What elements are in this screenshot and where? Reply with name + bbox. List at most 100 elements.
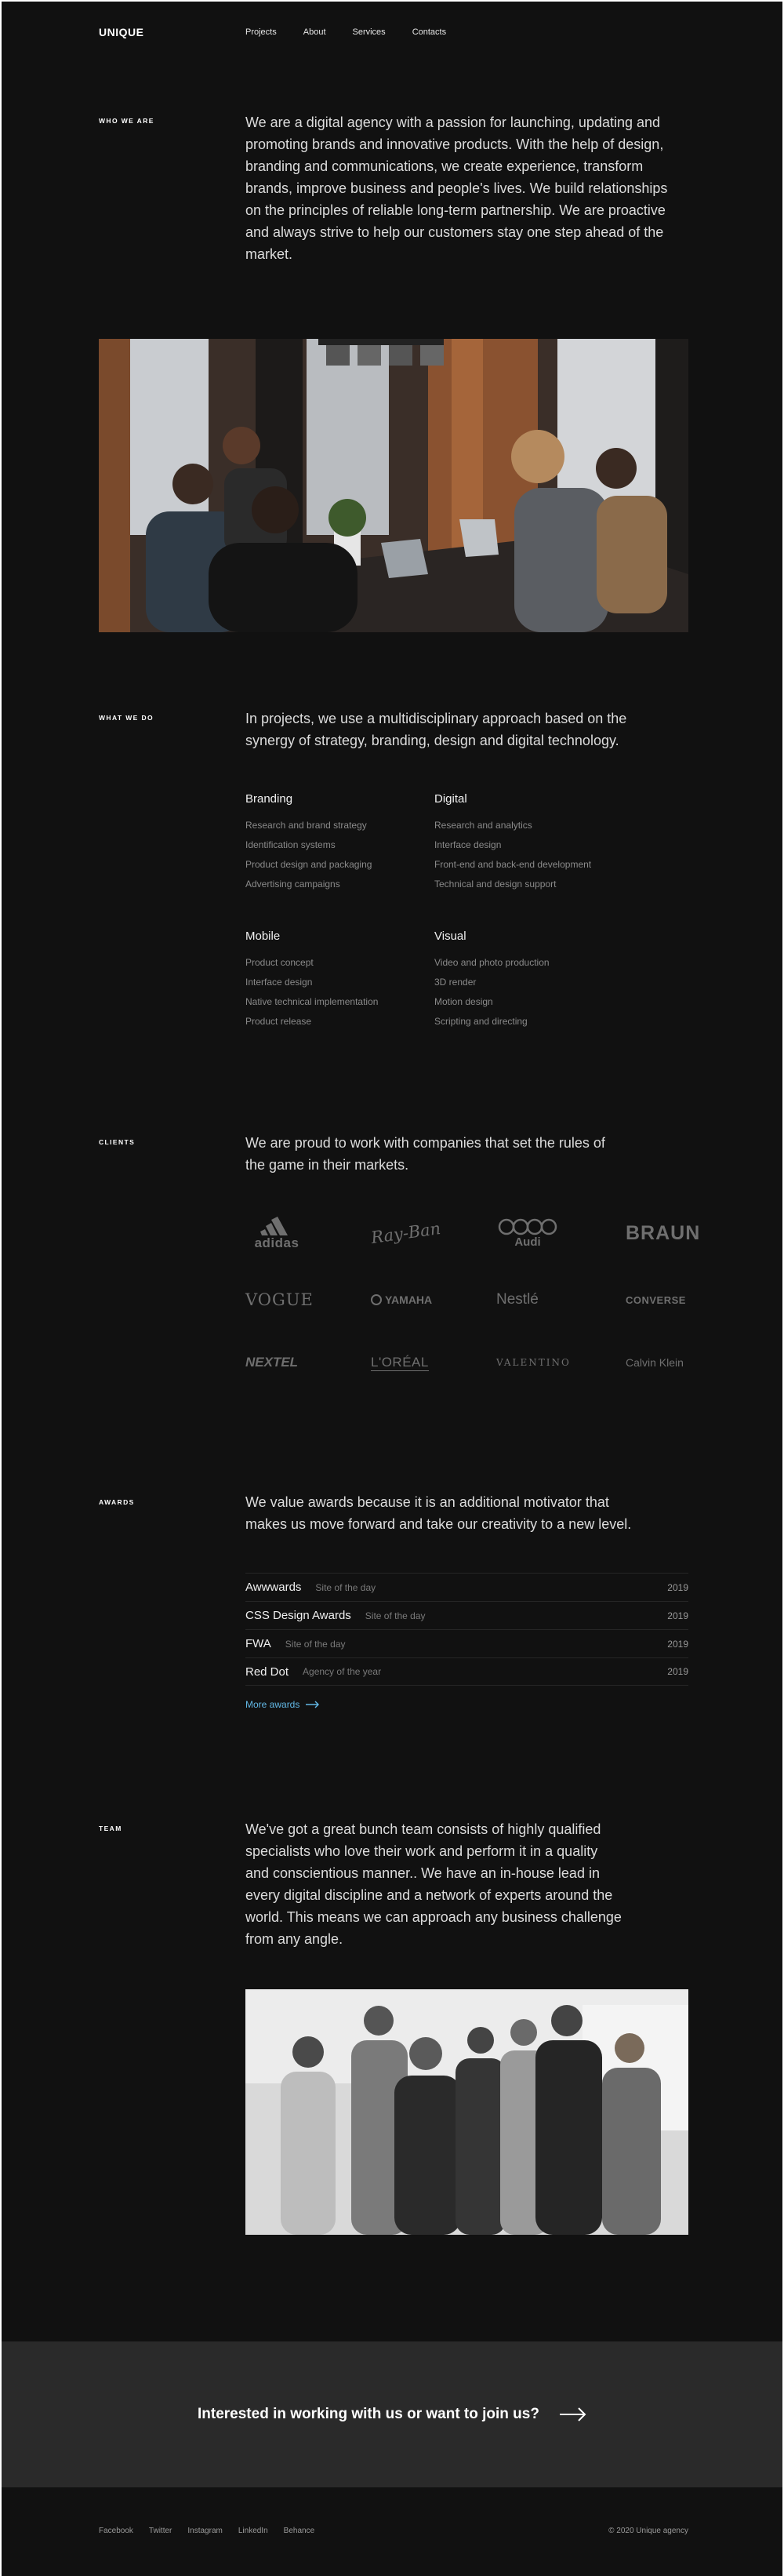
nav-link-services[interactable]: Services <box>353 27 386 37</box>
awards-line: makes us move forward and take our creat… <box>245 1516 632 1532</box>
section-label-awards: AWARDS <box>99 1498 135 1506</box>
service-item: Product release <box>245 1016 312 1027</box>
awards-text: We value awards because it is an additio… <box>245 1491 692 1535</box>
about-line: and always strive to help our customers … <box>245 224 664 240</box>
service-group-mobile: Mobile Product concept Interface design … <box>245 930 426 1031</box>
client-logo-text: Ray-Ban <box>369 1218 442 1248</box>
services-line: synergy of strategy, branding, design an… <box>245 733 619 748</box>
office-meeting-illustration <box>99 339 688 632</box>
service-item: 3D render <box>434 977 477 988</box>
service-group-digital: Digital Research and analytics Interface… <box>434 792 670 894</box>
service-item: Research and analytics <box>434 820 532 831</box>
service-group-visual: Visual Video and photo production 3D ren… <box>434 930 670 1031</box>
about-line: promoting brands and innovative products… <box>245 136 664 152</box>
awards-list: Awwwards Site of the day 2019 CSS Design… <box>245 1573 688 1686</box>
service-item: Video and photo production <box>434 957 550 968</box>
clients-line: the game in their markets. <box>245 1157 409 1173</box>
service-group-title: Digital <box>434 792 467 806</box>
section-label-what-we-do: WHAT WE DO <box>99 714 154 722</box>
award-row: Awwwards Site of the day 2019 <box>245 1573 688 1601</box>
client-logo-nextel: NEXTEL <box>245 1343 339 1382</box>
team-line: world. This means we can approach any bu… <box>245 1909 622 1925</box>
team-group-illustration <box>245 1989 688 2235</box>
service-item: Native technical implementation <box>245 996 379 1007</box>
client-logo-text: Nestlé <box>496 1291 539 1308</box>
client-logo-nestle: Nestlé <box>496 1280 590 1319</box>
client-logo-text: NEXTEL <box>245 1355 299 1370</box>
nav-link-about[interactable]: About <box>303 27 326 37</box>
client-logo-text: Calvin Klein <box>626 1356 684 1369</box>
team-line: and conscientious manner.. We have an in… <box>245 1865 600 1881</box>
client-logos: adidas Ray-Ban Audi BRAUN VOGUE YAMAHA N… <box>245 1206 699 1394</box>
service-group-title: Visual <box>434 930 466 943</box>
client-logo-yamaha: YAMAHA <box>371 1280 465 1319</box>
service-item: Front-end and back-end development <box>434 859 592 870</box>
cta-text: Interested in working with us or want to… <box>198 2406 539 2422</box>
team-line: every digital discipline and a network o… <box>245 1887 613 1903</box>
client-logo-text: BRAUN <box>626 1221 701 1244</box>
award-description: Site of the day <box>285 1638 346 1650</box>
about-line: market. <box>245 246 293 262</box>
section-label-clients: CLIENTS <box>99 1138 136 1146</box>
award-description: Site of the day <box>365 1610 426 1621</box>
team-line: We've got a great bunch team consists of… <box>245 1821 601 1837</box>
award-row: CSS Design Awards Site of the day 2019 <box>245 1601 688 1629</box>
services-line: In projects, we use a multidisciplinary … <box>245 711 627 726</box>
clients-line: We are proud to work with companies that… <box>245 1135 605 1151</box>
award-row: FWA Site of the day 2019 <box>245 1629 688 1657</box>
award-name: Awwwards <box>245 1581 302 1594</box>
client-logo-text: adidas <box>254 1235 299 1250</box>
service-item: Motion design <box>434 996 493 1007</box>
client-logo-calvin-klein: Calvin Klein <box>626 1343 720 1382</box>
site-logo[interactable]: UNIQUE <box>99 26 143 38</box>
section-label-team: TEAM <box>99 1825 122 1832</box>
client-logo-adidas: adidas <box>245 1213 339 1253</box>
service-item: Identification systems <box>245 839 336 850</box>
client-logo-text: L'ORÉAL <box>371 1354 429 1371</box>
adidas-stripes-icon <box>260 1217 288 1235</box>
footer-link-facebook[interactable]: Facebook <box>99 2527 133 2535</box>
section-label-who-we-are: WHO WE ARE <box>99 117 154 125</box>
service-item: Interface design <box>245 977 313 988</box>
client-logo-text: VALENTINO <box>496 1357 571 1368</box>
award-year: 2019 <box>667 1638 688 1650</box>
audi-rings-icon <box>498 1218 557 1235</box>
service-item: Scripting and directing <box>434 1016 528 1027</box>
award-row: Red Dot Agency of the year 2019 <box>245 1657 688 1686</box>
clients-text: We are proud to work with companies that… <box>245 1132 692 1176</box>
client-logo-valentino: VALENTINO <box>496 1343 590 1382</box>
footer-link-behance[interactable]: Behance <box>284 2527 314 2535</box>
client-logo-text: YAMAHA <box>385 1293 433 1306</box>
team-photo <box>245 1989 688 2235</box>
footer-link-twitter[interactable]: Twitter <box>149 2527 172 2535</box>
service-item: Advertising campaigns <box>245 879 340 890</box>
about-line: We are a digital agency with a passion f… <box>245 115 661 130</box>
more-awards-link[interactable]: More awards <box>245 1699 320 1710</box>
arrow-right-icon[interactable] <box>560 2407 586 2421</box>
site-footer: Facebook Twitter Instagram LinkedIn Beha… <box>2 2487 782 2576</box>
team-text: We've got a great bunch team consists of… <box>245 1818 692 1950</box>
office-meeting-photo <box>99 339 688 632</box>
award-name: FWA <box>245 1637 271 1650</box>
about-line: brands, improve business and people's li… <box>245 180 668 196</box>
award-description: Site of the day <box>315 1581 376 1593</box>
nav-link-projects[interactable]: Projects <box>245 27 277 37</box>
team-line: specialists who love their work and perf… <box>245 1843 598 1859</box>
yamaha-emblem-icon <box>371 1294 382 1305</box>
contact-cta-band[interactable]: Interested in working with us or want to… <box>2 2341 782 2487</box>
award-name: Red Dot <box>245 1665 289 1679</box>
site-header: UNIQUE Projects About Services Contacts <box>2 2 782 64</box>
award-year: 2019 <box>667 1610 688 1621</box>
award-description: Agency of the year <box>303 1666 382 1677</box>
footer-link-linkedin[interactable]: LinkedIn <box>238 2527 268 2535</box>
team-line: from any angle. <box>245 1931 343 1947</box>
client-logo-text: VOGUE <box>245 1290 314 1309</box>
award-year: 2019 <box>667 1666 688 1677</box>
client-logo-audi: Audi <box>496 1213 590 1253</box>
about-line: branding and communications, we create e… <box>245 158 644 174</box>
about-text: We are a digital agency with a passion f… <box>245 111 692 265</box>
client-logo-braun: BRAUN <box>626 1213 720 1253</box>
service-item: Research and brand strategy <box>245 820 367 831</box>
nav-link-contacts[interactable]: Contacts <box>412 27 446 37</box>
footer-link-instagram[interactable]: Instagram <box>187 2527 222 2535</box>
